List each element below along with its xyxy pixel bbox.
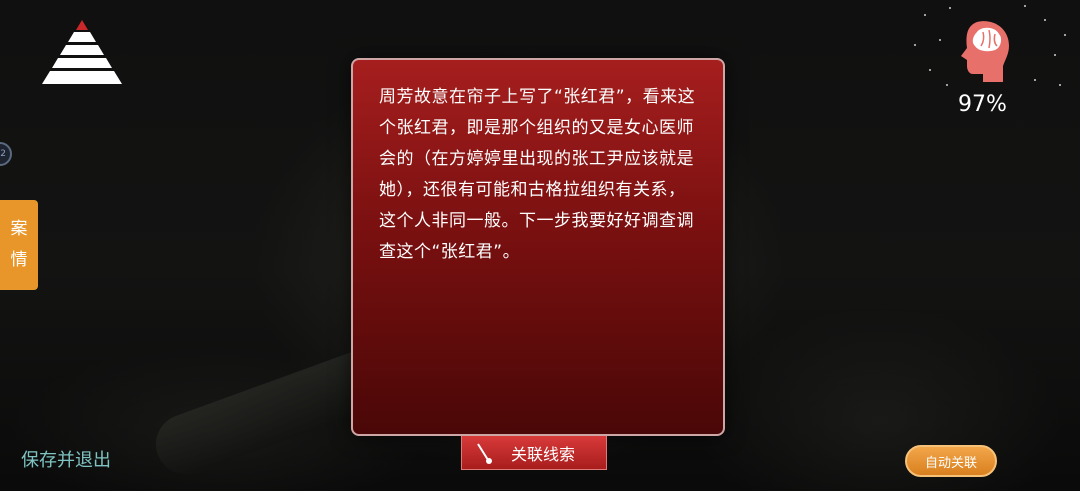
case-tab-char-1: 案 — [10, 219, 28, 239]
brain-percent: 97% — [958, 92, 1007, 117]
pyramid-level-icon[interactable] — [38, 20, 126, 88]
dialog-text: 周芳故意在帘子上写了“张红君”，看来这个张红君，即是那个组织的又是女心医师会的（… — [379, 87, 696, 262]
link-clue-label: 关联线索 — [510, 444, 575, 464]
head-brain-icon[interactable] — [955, 18, 1015, 90]
case-tab-char-2: 情 — [10, 250, 28, 270]
case-tab-button[interactable]: 案 情 — [0, 200, 38, 290]
clue-dialog: 周芳故意在帘子上写了“张红君”，看来这个张红君，即是那个组织的又是女心医师会的（… — [351, 58, 725, 436]
auto-link-button[interactable]: 自动关联 — [905, 445, 997, 477]
save-and-exit-button[interactable]: 保存并退出 — [21, 446, 111, 472]
needle-icon — [477, 443, 492, 464]
side-indicator-glyph: 22 — [0, 149, 6, 159]
